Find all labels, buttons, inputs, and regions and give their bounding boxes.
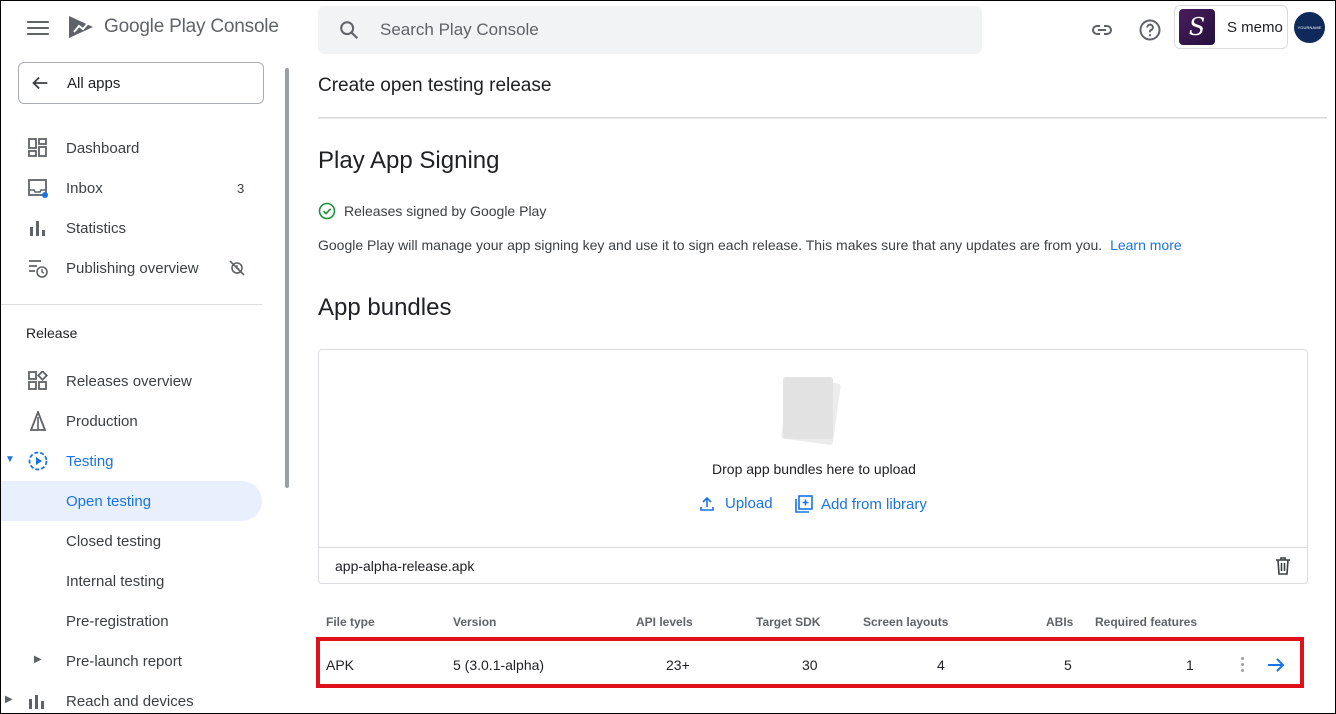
inbox-icon xyxy=(28,179,48,198)
sidebar-item-label: Pre-launch report xyxy=(66,652,182,670)
play-app-signing-heading: Play App Signing xyxy=(318,147,500,174)
brand-name: Google Play Console xyxy=(104,16,279,37)
app-bundles-heading: App bundles xyxy=(318,294,452,321)
uploaded-file-name: app-alpha-release.apk xyxy=(335,558,475,574)
sidebar-item-label: Reach and devices xyxy=(66,692,194,710)
bundle-dropzone[interactable]: Drop app bundles here to upload Upload A… xyxy=(318,349,1308,584)
arrow-forward-icon[interactable] xyxy=(1265,654,1287,676)
more-options-icon[interactable] xyxy=(1238,657,1246,677)
help-icon[interactable] xyxy=(1138,18,1162,42)
play-console-logo[interactable]: Google Play Console xyxy=(66,12,279,42)
sidebar-item-label: Statistics xyxy=(66,219,127,237)
sidebar-item-label: Closed testing xyxy=(66,532,162,550)
column-header-required-features: Required features xyxy=(1095,615,1198,629)
upload-button[interactable]: Upload xyxy=(699,495,773,512)
sidebar-item-inbox[interactable]: Inbox 3 xyxy=(0,168,262,208)
column-header-file-type: File type xyxy=(326,615,375,629)
add-from-library-button[interactable]: Add from library xyxy=(795,495,927,513)
signing-description-text: Google Play will manage your app signing… xyxy=(318,237,1103,253)
avatar[interactable]: YOURNAME xyxy=(1294,12,1325,43)
sidebar-item-internal-testing[interactable]: Internal testing xyxy=(0,561,262,601)
sidebar-scrollbar[interactable] xyxy=(285,68,289,488)
upload-label: Upload xyxy=(725,495,773,512)
drop-instructions: Drop app bundles here to upload xyxy=(712,461,916,477)
sidebar-item-label: Testing xyxy=(66,452,114,470)
paper-stack-icon-front xyxy=(783,377,833,439)
delete-icon[interactable] xyxy=(1273,556,1293,576)
column-header-abis: ABIs xyxy=(1046,615,1074,629)
title-divider xyxy=(318,117,1327,119)
column-header-version: Version xyxy=(453,615,497,629)
cell-file-type: APK xyxy=(326,657,355,673)
sidebar-item-dashboard[interactable]: Dashboard xyxy=(0,128,262,168)
sidebar-item-open-testing[interactable]: Open testing xyxy=(0,481,262,521)
signing-status-text: Releases signed by Google Play xyxy=(344,203,547,219)
signing-description: Google Play will manage your app signing… xyxy=(318,237,1182,253)
release-section-label: Release xyxy=(26,325,78,341)
all-apps-label: All apps xyxy=(67,74,121,92)
sidebar-item-publishing-overview[interactable]: Publishing overview xyxy=(0,248,262,288)
cell-version: 5 (3.0.1-alpha) xyxy=(453,657,545,673)
dashboard-icon xyxy=(28,138,47,157)
sidebar-item-label: Pre-registration xyxy=(66,612,169,630)
main-menu-button[interactable] xyxy=(27,21,49,39)
app-switcher[interactable]: S S memo xyxy=(1174,5,1288,49)
column-header-target-sdk: Target SDK xyxy=(756,615,821,629)
sidebar-item-statistics[interactable]: Statistics xyxy=(0,208,262,248)
testing-icon xyxy=(28,451,48,471)
sidebar-item-reach-and-devices[interactable]: ▶ Reach and devices xyxy=(0,681,262,714)
sidebar-item-label: Open testing xyxy=(66,492,152,510)
inbox-count-badge: 3 xyxy=(237,180,245,196)
column-header-api-levels: API levels xyxy=(636,615,693,629)
caret-right-icon: ▶ xyxy=(34,654,42,665)
cell-api-levels: 23+ xyxy=(666,657,690,673)
cell-target-sdk: 30 xyxy=(802,657,818,673)
page-title: Create open testing release xyxy=(318,75,552,96)
cell-required-features: 1 xyxy=(1186,657,1194,673)
bar-chart-icon xyxy=(30,221,45,236)
library-add-icon xyxy=(795,495,813,513)
releases-overview-icon xyxy=(28,371,48,390)
publishing-overview-icon xyxy=(29,260,48,278)
sidebar-item-releases-overview[interactable]: Releases overview xyxy=(0,361,262,401)
upload-icon xyxy=(700,496,714,511)
search-bar[interactable] xyxy=(318,6,982,54)
play-logo-icon xyxy=(69,16,93,38)
sidebar-item-production[interactable]: Production xyxy=(0,401,262,441)
sidebar-item-label: Publishing overview xyxy=(66,259,199,277)
sidebar-item-label: Releases overview xyxy=(66,372,192,390)
sidebar-item-label: Inbox xyxy=(66,179,103,197)
arrow-back-icon xyxy=(32,76,48,90)
reach-devices-icon xyxy=(29,695,44,709)
sidebar-item-testing[interactable]: ▼ Testing xyxy=(0,441,262,481)
search-icon xyxy=(340,21,359,40)
sidebar-item-label: Dashboard xyxy=(66,139,140,157)
sidebar-item-closed-testing[interactable]: Closed testing xyxy=(0,521,262,561)
sidebar-item-pre-launch-report[interactable]: ▶ Pre-launch report xyxy=(0,641,262,681)
sidebar-item-label: Production xyxy=(66,412,138,430)
learn-more-link[interactable]: Learn more xyxy=(1110,237,1182,253)
app-thumbnail: S xyxy=(1179,9,1215,45)
sidebar-divider xyxy=(0,304,262,305)
caret-right-icon: ▶ xyxy=(5,694,13,705)
sidebar-item-label: Internal testing xyxy=(66,572,165,590)
production-icon xyxy=(29,411,47,431)
cell-abis: 5 xyxy=(1064,657,1072,673)
search-input[interactable] xyxy=(380,20,940,40)
sidebar-item-pre-registration[interactable]: Pre-registration xyxy=(0,601,262,641)
app-name: S memo xyxy=(1227,18,1283,36)
link-icon[interactable] xyxy=(1090,18,1114,42)
add-from-library-label: Add from library xyxy=(821,495,927,513)
signing-status: Releases signed by Google Play xyxy=(318,202,546,220)
all-apps-button[interactable]: All apps xyxy=(18,62,264,104)
caret-down-icon: ▼ xyxy=(5,454,15,465)
managed-publishing-off-icon xyxy=(229,260,245,276)
uploaded-file-row: app-alpha-release.apk xyxy=(319,547,1307,584)
column-header-screen-layouts: Screen layouts xyxy=(863,615,949,629)
check-circle-icon xyxy=(318,202,336,220)
cell-screen-layouts: 4 xyxy=(937,657,945,673)
